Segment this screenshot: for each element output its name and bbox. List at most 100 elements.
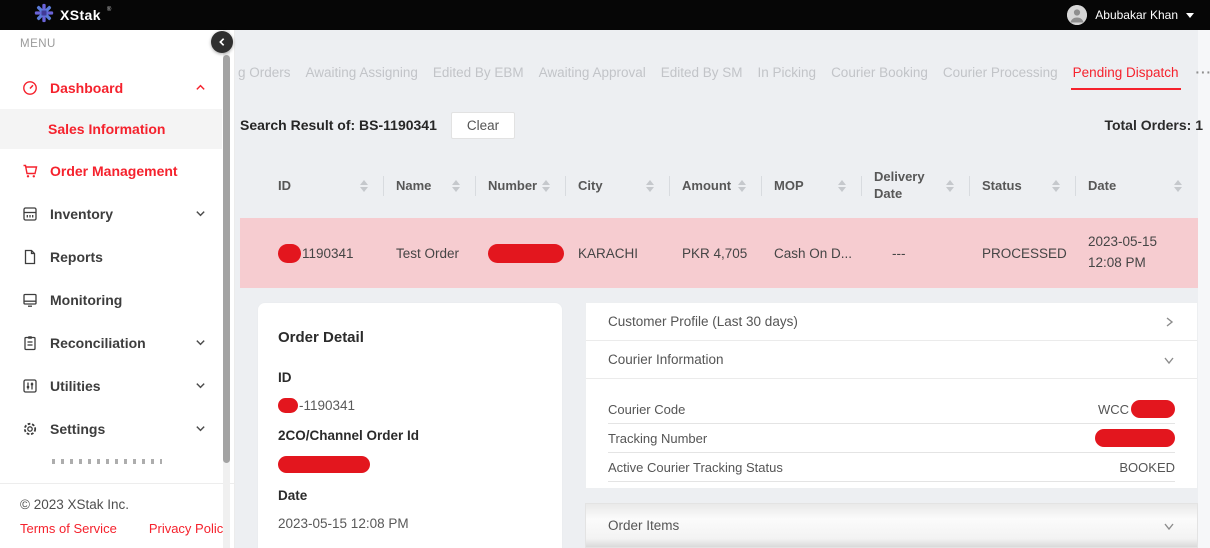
sidebar-footer: © 2023 XStak Inc. Terms of Service Priva… bbox=[0, 483, 234, 548]
clipped-text bbox=[52, 459, 162, 464]
column-header-name[interactable]: Name bbox=[384, 155, 476, 217]
courier-information-body: Courier Code WCC Tracking Number Active … bbox=[586, 379, 1197, 488]
tab-courier-processing[interactable]: Courier Processing bbox=[943, 65, 1058, 80]
redacted-value bbox=[278, 398, 298, 413]
sidebar-item-clipped[interactable] bbox=[0, 450, 222, 464]
order-detail-title: Order Detail bbox=[278, 329, 542, 346]
tabs-overflow-button[interactable]: ··· bbox=[1196, 65, 1210, 80]
column-header-status[interactable]: Status bbox=[970, 155, 1076, 217]
tracking-number-value bbox=[1095, 429, 1175, 447]
column-header-date[interactable]: Date bbox=[1076, 155, 1198, 217]
xstak-dashboard: XStak ® Abubakar Khan MENU Dashboard bbox=[0, 0, 1210, 548]
orders-table-header: ID Name Number City Amount MOP Delivery … bbox=[240, 155, 1198, 217]
sidebar-item-dashboard[interactable]: Dashboard bbox=[0, 66, 222, 109]
sidebar-item-reconciliation[interactable]: Reconciliation bbox=[0, 321, 222, 364]
terms-of-service-link[interactable]: Terms of Service bbox=[20, 521, 117, 536]
redacted-value bbox=[1095, 429, 1175, 447]
user-name: Abubakar Khan bbox=[1095, 8, 1178, 22]
sidebar-item-sales-information[interactable]: Sales Information bbox=[0, 109, 222, 149]
brand[interactable]: XStak ® bbox=[0, 3, 111, 28]
courier-information-section-header[interactable]: Courier Information bbox=[586, 341, 1197, 379]
order-table-row[interactable]: 1190341 Test Order KARACHI PKR 4,705 Cas… bbox=[240, 218, 1198, 288]
sidebar-item-settings[interactable]: Settings bbox=[0, 407, 222, 450]
sidebar-collapse-button[interactable] bbox=[211, 31, 233, 53]
order-items-title: Order Items bbox=[608, 518, 679, 533]
chevron-right-icon bbox=[1163, 316, 1175, 328]
sidebar-item-label: Reports bbox=[50, 249, 103, 265]
channel-order-id-value bbox=[278, 456, 542, 473]
id-label: ID bbox=[278, 370, 542, 385]
chevron-up-icon bbox=[195, 82, 206, 93]
sort-icon[interactable] bbox=[646, 180, 654, 192]
cell-order-id: 1190341 bbox=[240, 244, 384, 263]
cart-icon bbox=[22, 162, 39, 179]
sort-icon[interactable] bbox=[542, 180, 550, 192]
total-orders-count: Total Orders: 1 bbox=[1104, 117, 1203, 133]
channel-order-id-label: 2CO/Channel Order Id bbox=[278, 428, 542, 443]
user-menu[interactable]: Abubakar Khan bbox=[1067, 5, 1210, 25]
tab-in-picking[interactable]: In Picking bbox=[758, 65, 817, 80]
tab-pending-dispatch[interactable]: Pending Dispatch bbox=[1073, 65, 1179, 80]
sidebar-item-label: Reconciliation bbox=[50, 335, 146, 351]
sidebar: MENU Dashboard Sales Information Order M… bbox=[0, 30, 235, 548]
sort-icon[interactable] bbox=[1174, 180, 1182, 192]
sidebar-item-inventory[interactable]: Inventory bbox=[0, 192, 222, 235]
copyright-text: © 2023 XStak Inc. bbox=[20, 497, 234, 512]
sidebar-item-monitoring[interactable]: Monitoring bbox=[0, 278, 222, 321]
sidebar-item-label: Settings bbox=[50, 421, 105, 437]
sidebar-item-reports[interactable]: Reports bbox=[0, 235, 222, 278]
date-value: 2023-05-15 12:08 PM bbox=[278, 516, 542, 531]
redacted-value bbox=[278, 456, 370, 473]
cell-name: Test Order bbox=[384, 246, 476, 261]
gear-icon bbox=[22, 420, 39, 437]
order-items-section-header[interactable]: Order Items bbox=[585, 503, 1198, 548]
clipboard-icon bbox=[22, 334, 39, 351]
tab-awaiting-approval[interactable]: Awaiting Approval bbox=[539, 65, 646, 80]
tab-edited-by-ebm[interactable]: Edited By EBM bbox=[433, 65, 524, 80]
customer-profile-section-header[interactable]: Customer Profile (Last 30 days) bbox=[586, 303, 1197, 341]
active-tracking-status-value: BOOKED bbox=[1119, 460, 1175, 475]
clear-search-button[interactable]: Clear bbox=[451, 112, 515, 139]
privacy-policy-link[interactable]: Privacy Policy bbox=[149, 521, 230, 536]
inventory-icon bbox=[22, 205, 39, 222]
brand-name: XStak bbox=[60, 7, 101, 23]
sidebar-item-utilities[interactable]: Utilities bbox=[0, 364, 222, 407]
cell-city: KARACHI bbox=[566, 246, 670, 261]
sort-icon[interactable] bbox=[738, 180, 746, 192]
sort-icon[interactable] bbox=[946, 180, 954, 192]
sliders-icon bbox=[22, 377, 39, 394]
column-header-delivery-date[interactable]: Delivery Date bbox=[862, 155, 970, 217]
page-scrollbar-track[interactable] bbox=[1198, 30, 1210, 548]
sort-icon[interactable] bbox=[1052, 180, 1060, 192]
column-header-number[interactable]: Number bbox=[476, 155, 566, 217]
courier-code-label: Courier Code bbox=[608, 402, 685, 417]
order-status-tabs: g Orders Awaiting Assigning Edited By EB… bbox=[238, 60, 1190, 84]
active-tracking-status-label: Active Courier Tracking Status bbox=[608, 460, 783, 475]
customer-profile-title: Customer Profile (Last 30 days) bbox=[608, 314, 798, 329]
column-header-mop[interactable]: MOP bbox=[762, 155, 862, 217]
main-content: g Orders Awaiting Assigning Edited By EB… bbox=[235, 30, 1210, 548]
user-avatar bbox=[1067, 5, 1087, 25]
sort-icon[interactable] bbox=[452, 180, 460, 192]
sidebar-item-order-management[interactable]: Order Management bbox=[0, 149, 222, 192]
chevron-down-icon bbox=[195, 380, 206, 391]
sidebar-scrollbar-track[interactable] bbox=[223, 30, 230, 548]
cell-number bbox=[476, 244, 566, 263]
id-value: -1190341 bbox=[278, 398, 542, 413]
tab-edited-by-sm[interactable]: Edited By SM bbox=[661, 65, 743, 80]
sort-icon[interactable] bbox=[838, 180, 846, 192]
sidebar-item-label: Monitoring bbox=[50, 292, 122, 308]
chevron-left-icon bbox=[217, 37, 227, 47]
column-header-id[interactable]: ID bbox=[240, 155, 384, 217]
column-header-city[interactable]: City bbox=[566, 155, 670, 217]
sidebar-item-label: Order Management bbox=[50, 163, 178, 179]
column-header-amount[interactable]: Amount bbox=[670, 155, 762, 217]
sort-icon[interactable] bbox=[360, 180, 368, 192]
top-bar: XStak ® Abubakar Khan bbox=[0, 0, 1210, 30]
tab-courier-booking[interactable]: Courier Booking bbox=[831, 65, 928, 80]
tab-awaiting-assigning[interactable]: Awaiting Assigning bbox=[306, 65, 418, 80]
redacted-value bbox=[488, 244, 564, 263]
sidebar-item-label: Dashboard bbox=[50, 80, 123, 96]
sidebar-scrollbar-thumb[interactable] bbox=[223, 55, 230, 463]
tab-orders-clipped[interactable]: g Orders bbox=[238, 65, 291, 80]
